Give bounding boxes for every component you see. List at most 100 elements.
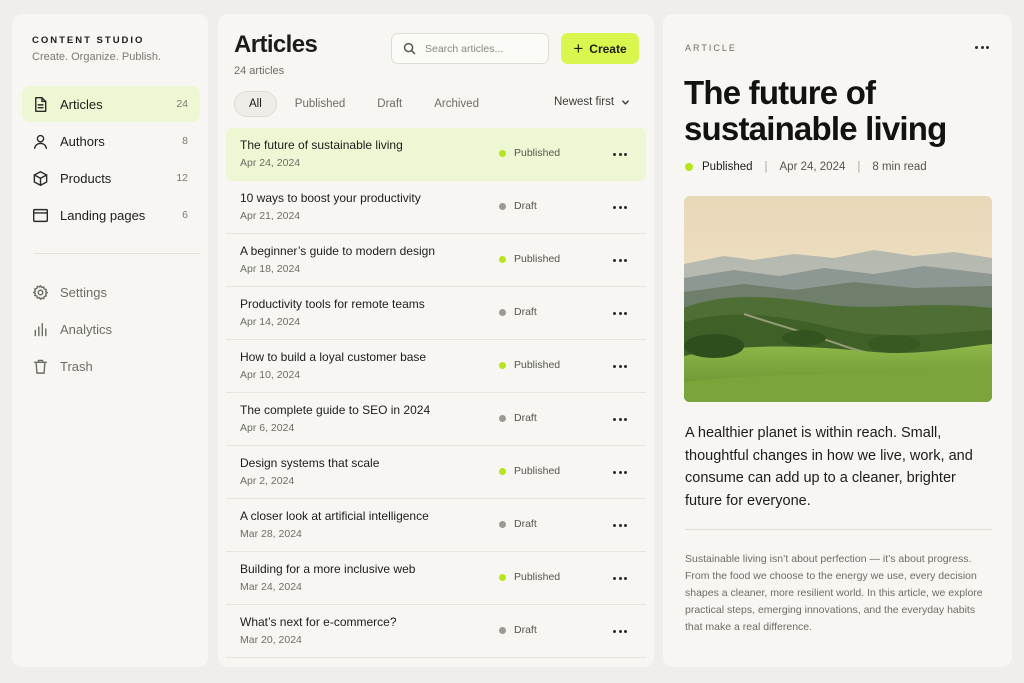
status-badge: Published [499, 465, 560, 477]
status-label: Published [514, 253, 561, 265]
sidebar-divider [34, 253, 200, 254]
sidebar-item-products[interactable]: Products 12 [22, 160, 200, 196]
meta-separator: | [857, 161, 861, 173]
article-row-title: Building for a more inclusive web [240, 562, 416, 576]
articles-list: The future of sustainable living Apr 24, … [226, 128, 646, 658]
article-row-title: The complete guide to SEO in 2024 [240, 403, 431, 417]
user-icon [32, 133, 49, 150]
article-row-date: Apr 18, 2024 [240, 263, 301, 275]
status-badge: Published [499, 571, 560, 583]
sidebar-item-settings[interactable]: Settings [22, 274, 200, 310]
row-more-button[interactable] [610, 512, 630, 538]
article-row-title: Design systems that scale [240, 456, 380, 470]
brand-title: CONTENT STUDIO [32, 35, 145, 46]
sidebar-item-label: Analytics [60, 321, 113, 337]
article-row-title: 10 ways to boost your productivity [240, 191, 421, 205]
sidebar-item-count: 8 [182, 135, 188, 147]
status-dot [499, 202, 506, 210]
status-dot [499, 573, 506, 581]
table-row[interactable]: Productivity tools for remote teams Apr 1… [226, 287, 646, 340]
plus-icon: + [573, 39, 584, 58]
table-row[interactable]: A beginner’s guide to modern design Apr 1… [226, 234, 646, 287]
table-row[interactable]: What’s next for e-commerce? Mar 20, 2024 D… [226, 605, 646, 658]
row-more-button[interactable] [610, 141, 630, 167]
section-kicker: ARTICLE [685, 43, 737, 53]
sort-label: Newest first [554, 96, 615, 108]
table-row[interactable]: A closer look at artificial intelligence… [226, 499, 646, 552]
tab-all[interactable]: All [234, 91, 277, 117]
table-row[interactable]: The complete guide to SEO in 2024 Apr 6, … [226, 393, 646, 446]
article-row-date: Mar 20, 2024 [240, 634, 302, 646]
table-row[interactable]: 10 ways to boost your productivity Apr 21… [226, 181, 646, 234]
search-box[interactable] [391, 33, 549, 64]
article-row-date: Apr 2, 2024 [240, 475, 295, 487]
more-options-button[interactable] [971, 38, 993, 56]
table-row[interactable]: Design systems that scale Apr 2, 2024 Publ… [226, 446, 646, 499]
status-dot [499, 626, 506, 634]
document-icon [32, 96, 49, 113]
article-row-title: The future of sustainable living [240, 138, 403, 152]
status-badge: Published [702, 161, 753, 173]
status-dot [499, 255, 506, 263]
sidebar-item-analytics[interactable]: Analytics [22, 311, 200, 347]
status-badge: Published [499, 253, 560, 265]
status-label: Draft [514, 412, 537, 424]
create-button[interactable]: + Create [561, 33, 639, 64]
chevron-down-icon [622, 99, 629, 105]
row-more-button[interactable] [610, 565, 630, 591]
row-more-button[interactable] [610, 353, 630, 379]
browser-window-icon [32, 207, 49, 224]
article-row-date: Apr 21, 2024 [240, 210, 301, 222]
filter-tabs: All Published Draft Archived [234, 91, 497, 117]
sidebar-item-landing-pages[interactable]: Landing pages 6 [22, 197, 200, 233]
sidebar-item-trash[interactable]: Trash [22, 348, 200, 384]
status-dot [499, 467, 506, 475]
sidebar-item-authors[interactable]: Authors 8 [22, 123, 200, 159]
sidebar-item-label: Settings [60, 284, 107, 300]
more-icon [613, 417, 627, 421]
article-detail-panel: ARTICLE The future of sustainable living… [663, 14, 1012, 667]
row-more-button[interactable] [610, 618, 630, 644]
article-lede: A healthier planet is within reach. Smal… [685, 425, 973, 509]
row-more-button[interactable] [610, 247, 630, 273]
read-time: 8 min read [872, 161, 927, 173]
row-more-button[interactable] [610, 194, 630, 220]
hero-image [684, 196, 992, 402]
articles-list-panel: Articles 24 articles + Create All Publis… [218, 14, 654, 667]
article-row-title: A closer look at artificial intelligence [240, 509, 429, 523]
article-row-date: Apr 6, 2024 [240, 422, 295, 434]
status-label: Draft [514, 306, 537, 318]
sidebar-item-label: Authors [60, 133, 105, 149]
more-icon [613, 258, 627, 262]
article-count: 24 articles [234, 65, 285, 77]
sidebar-item-articles[interactable]: Articles 24 [22, 86, 200, 122]
more-icon [613, 205, 627, 209]
more-icon [613, 311, 627, 315]
page-title: Articles [234, 31, 318, 58]
more-icon [613, 523, 627, 527]
secondary-nav: Settings Analytics Trash [22, 274, 200, 385]
row-more-button[interactable] [610, 406, 630, 432]
status-dot [499, 520, 506, 528]
content-divider [685, 529, 992, 530]
create-button-label: Create [589, 41, 627, 56]
search-input[interactable] [425, 42, 543, 55]
brand-tagline: Create. Organize. Publish. [32, 51, 162, 63]
status-badge: Draft [499, 200, 537, 212]
more-icon [613, 364, 627, 368]
row-more-button[interactable] [610, 459, 630, 485]
tab-draft[interactable]: Draft [363, 91, 416, 117]
tab-archived[interactable]: Archived [420, 91, 493, 117]
status-badge: Draft [499, 412, 537, 424]
box-icon [32, 170, 49, 187]
tab-published[interactable]: Published [281, 91, 360, 117]
table-row[interactable]: The future of sustainable living Apr 24, … [226, 128, 646, 181]
article-title: The future of sustainable living [684, 74, 947, 147]
sort-dropdown[interactable]: Newest first [554, 96, 630, 108]
table-row[interactable]: How to build a loyal customer base Apr 10… [226, 340, 646, 393]
article-meta: Published | Apr 24, 2024 | 8 min read [685, 161, 927, 173]
status-dot [499, 149, 506, 157]
primary-nav: Articles 24 Authors 8 Products 12 Landin… [22, 86, 200, 234]
table-row[interactable]: Building for a more inclusive web Mar 24,… [226, 552, 646, 605]
row-more-button[interactable] [610, 300, 630, 326]
